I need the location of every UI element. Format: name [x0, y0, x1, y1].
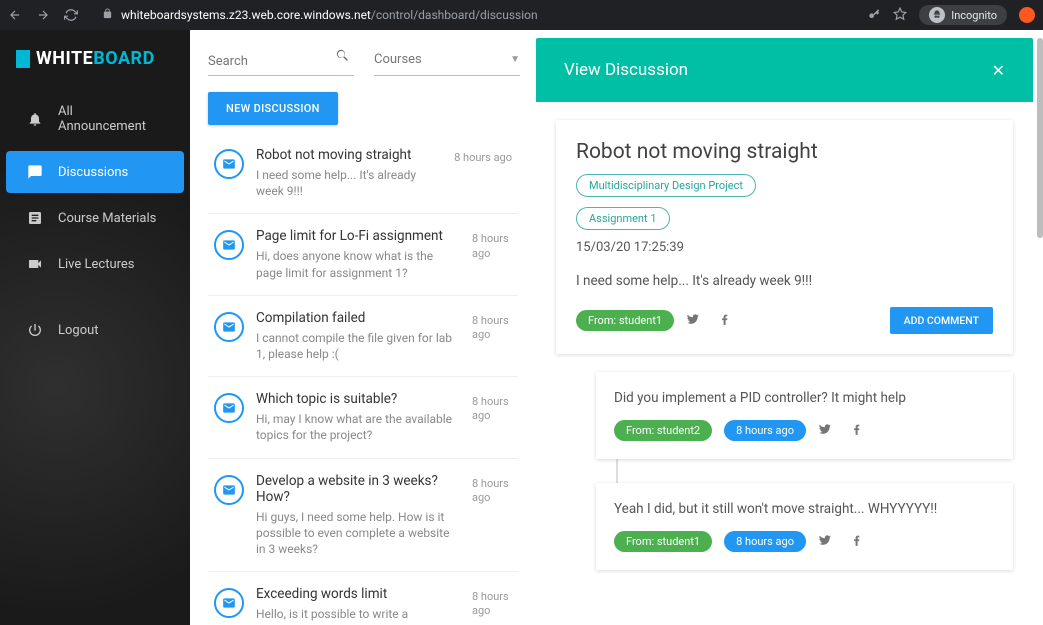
thread-time: 8 hours ago [472, 477, 512, 558]
sidebar-label: Live Lectures [58, 257, 135, 272]
facebook-icon[interactable] [718, 311, 732, 330]
sidebar-item-announcement[interactable]: All Announcement [6, 91, 184, 147]
thread-time: 8 hours ago [472, 395, 512, 443]
search-icon [335, 48, 350, 67]
panel-title: View Discussion [564, 60, 688, 80]
thread-item[interactable]: Exceeding words limitHello, is it possib… [208, 572, 518, 625]
thread-time: 8 hours ago [472, 314, 512, 362]
incognito-badge: Incognito [919, 5, 1007, 25]
discussion-list-panel: Courses ▼ NEW DISCUSSION Robot not movin… [190, 30, 530, 625]
discussion-detail-panel: View Discussion ✕ Robot not moving strai… [530, 30, 1043, 625]
thread-time: 8 hours ago [454, 151, 512, 199]
thread-item[interactable]: Develop a website in 3 weeks? How?Hi guy… [208, 459, 518, 573]
author-chip: From: student1 [576, 310, 674, 331]
thread-time: 8 hours ago [472, 590, 512, 625]
facebook-icon[interactable] [850, 421, 864, 440]
incognito-label: Incognito [951, 9, 997, 22]
thread-time: 8 hours ago [472, 232, 512, 280]
search-field-wrap[interactable] [208, 44, 354, 76]
close-icon[interactable]: ✕ [992, 61, 1005, 80]
back-button[interactable] [8, 8, 22, 22]
mail-icon [214, 312, 244, 342]
mail-icon [214, 230, 244, 260]
post-content: I need some help... It's already week 9!… [576, 273, 993, 289]
sidebar-label: All Announcement [58, 104, 164, 134]
sidebar-item-logout[interactable]: Logout [6, 309, 184, 351]
power-icon [26, 322, 44, 338]
courses-select[interactable]: Courses ▼ [374, 44, 520, 76]
url-host: whiteboardsystems.z23.web.core.windows.n… [121, 8, 371, 22]
reload-button[interactable] [64, 8, 78, 22]
sidebar: WHITEBOARD All Announcement Discussions … [0, 30, 190, 625]
reply-content: Yeah I did, but it still won't move stra… [614, 501, 995, 517]
discussion-title: Robot not moving straight [576, 140, 818, 164]
sidebar-label: Logout [58, 323, 99, 338]
app-logo: WHITEBOARD [0, 30, 190, 91]
document-icon [26, 210, 44, 226]
sidebar-item-discussions[interactable]: Discussions [6, 151, 184, 193]
twitter-icon[interactable] [818, 532, 832, 551]
panel-header: View Discussion ✕ [536, 38, 1033, 102]
reply-item: Yeah I did, but it still won't move stra… [596, 483, 1013, 570]
sidebar-label: Course Materials [58, 211, 156, 226]
mail-icon [214, 149, 244, 179]
thread-item[interactable]: Page limit for Lo-Fi assignmentHi, does … [208, 214, 518, 295]
search-input[interactable] [208, 54, 332, 69]
thread-list[interactable]: Robot not moving straightI need some hel… [208, 133, 520, 625]
course-tag[interactable]: Multidisciplinary Design Project [576, 174, 756, 197]
time-chip: 8 hours ago [724, 420, 806, 441]
forward-button[interactable] [36, 8, 50, 22]
mail-icon [214, 588, 244, 618]
bell-icon [26, 111, 44, 127]
mail-icon [214, 475, 244, 505]
thread-item[interactable]: Which topic is suitable?Hi, may I know w… [208, 377, 518, 458]
courses-label: Courses [374, 52, 422, 67]
reply-content: Did you implement a PID controller? It m… [614, 390, 995, 406]
reply-item: Did you implement a PID controller? It m… [596, 372, 1013, 459]
url-path: /control/dashboard/discussion [371, 8, 538, 22]
mail-icon [214, 393, 244, 423]
author-chip: From: student2 [614, 420, 712, 441]
chat-icon [26, 164, 44, 180]
profile-badge[interactable] [1019, 7, 1035, 23]
post-timestamp: 15/03/20 17:25:39 [576, 240, 993, 255]
thread-item[interactable]: Robot not moving straightI need some hel… [208, 133, 518, 214]
add-comment-button[interactable]: ADD COMMENT [890, 307, 993, 334]
star-icon[interactable] [893, 7, 907, 24]
scrollbar[interactable] [1037, 38, 1043, 625]
key-icon[interactable] [867, 7, 881, 24]
chevron-down-icon: ▼ [510, 54, 520, 65]
assignment-tag[interactable]: Assignment 1 [576, 207, 670, 230]
new-discussion-button[interactable]: NEW DISCUSSION [208, 92, 338, 125]
sidebar-label: Discussions [58, 165, 128, 180]
sidebar-item-materials[interactable]: Course Materials [6, 197, 184, 239]
sidebar-item-lectures[interactable]: Live Lectures [6, 243, 184, 285]
logo-mark [16, 50, 30, 68]
author-chip: From: student1 [614, 531, 712, 552]
original-post: Robot not moving straight Multidisciplin… [556, 120, 1013, 354]
incognito-icon [929, 7, 945, 23]
url-bar[interactable]: whiteboardsystems.z23.web.core.windows.n… [92, 4, 853, 26]
browser-chrome: whiteboardsystems.z23.web.core.windows.n… [0, 0, 1043, 30]
twitter-icon[interactable] [686, 311, 700, 330]
twitter-icon[interactable] [818, 421, 832, 440]
time-chip: 8 hours ago [724, 531, 806, 552]
video-icon [26, 256, 44, 272]
thread-item[interactable]: Compilation failedI cannot compile the f… [208, 296, 518, 377]
lock-icon [102, 8, 113, 22]
facebook-icon[interactable] [850, 532, 864, 551]
